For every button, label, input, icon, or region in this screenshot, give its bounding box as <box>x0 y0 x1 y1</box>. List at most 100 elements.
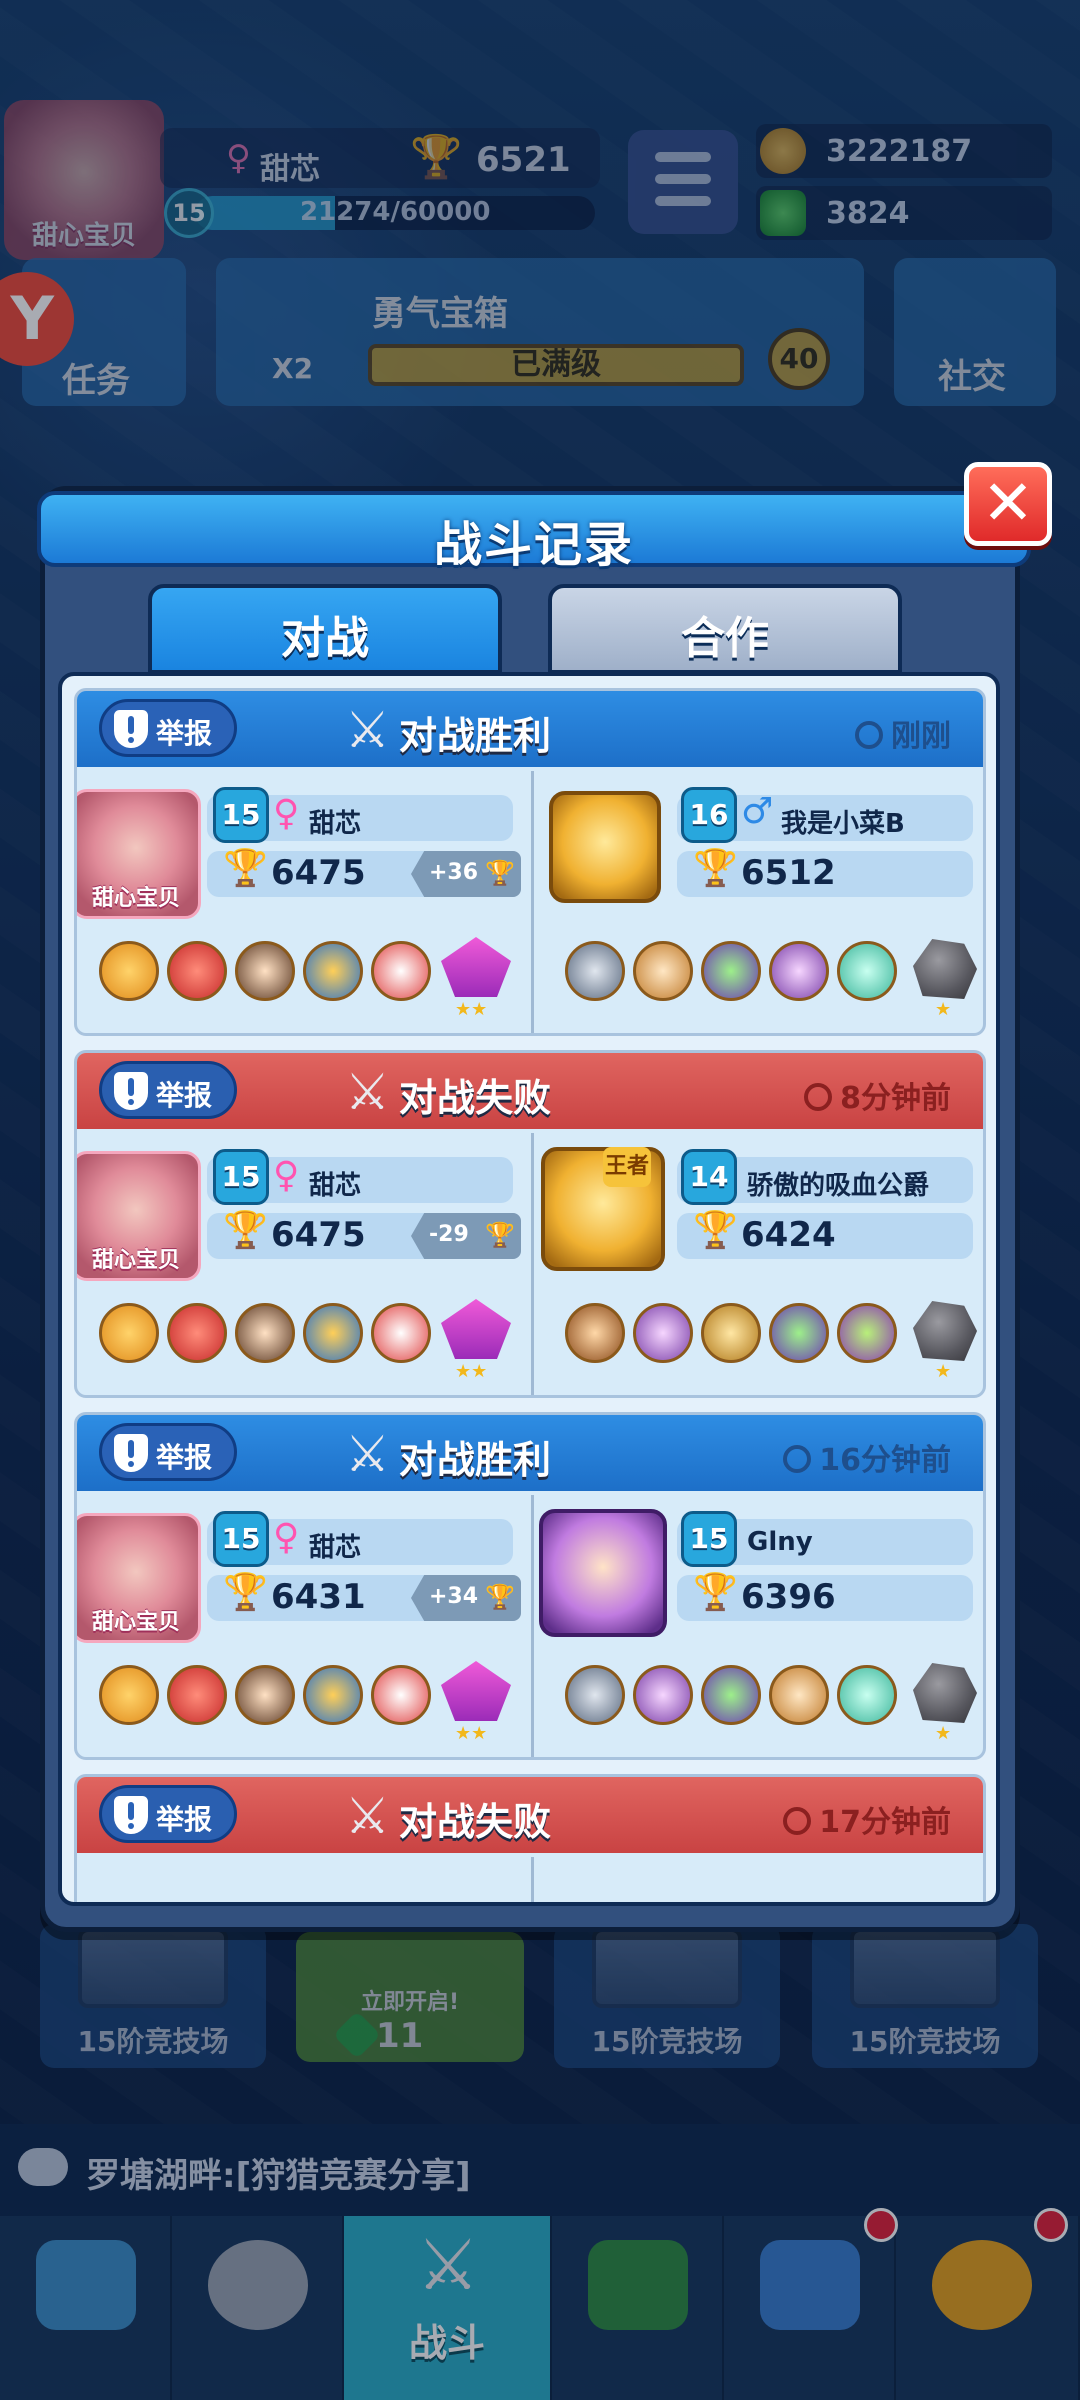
battle-time: 16分钟前 <box>783 1435 951 1479</box>
trophy-delta-text: -29 <box>429 1222 469 1247</box>
battle-time-text: 8分钟前 <box>840 1081 951 1116</box>
opponent-score: 6396 <box>741 1577 836 1617</box>
trophy-icon: 🏆 <box>223 1572 268 1613</box>
battle-time: 17分钟前 <box>783 1797 951 1841</box>
report-button[interactable]: 举报 <box>99 1785 237 1843</box>
unit-icon <box>99 1303 159 1363</box>
battle-result: 对战失败 <box>399 1076 552 1120</box>
crossed-swords-icon: ⚔ <box>345 1063 390 1121</box>
opponent-avatar[interactable] <box>549 791 661 903</box>
opponent-avatar[interactable] <box>539 1509 667 1637</box>
unit-icon <box>303 1303 363 1363</box>
trophy-icon: 🏆 <box>485 1221 515 1249</box>
crossed-swords-icon: ⚔ <box>345 1425 390 1483</box>
dialog-header: 战斗记录 <box>37 491 1031 573</box>
battle-result: 对战失败 <box>399 1800 552 1844</box>
opponent-avatar[interactable]: 王者 <box>541 1147 665 1271</box>
star-rating: ★★ <box>455 1361 488 1382</box>
tab-coop-label: 合作 <box>681 613 769 664</box>
unit-icon <box>167 1665 227 1725</box>
female-icon: ♀ <box>273 1155 300 1196</box>
record-header: 举报 ⚔ 对战胜利 刚刚 <box>77 691 983 767</box>
avatar-tag: 甜心宝贝 <box>91 1248 180 1273</box>
report-label: 举报 <box>156 717 213 750</box>
male-icon: ♂ <box>741 791 774 832</box>
rock-card-icon <box>913 939 977 999</box>
unit-icon <box>565 1303 625 1363</box>
trophy-delta-text: +34 <box>429 1584 479 1609</box>
star-rating: ★ <box>935 999 952 1020</box>
unit-icon <box>769 941 829 1001</box>
unit-icon <box>303 1665 363 1725</box>
tab-coop[interactable]: 合作 <box>548 584 902 674</box>
dialog-title: 战斗记录 <box>433 517 634 573</box>
close-icon: ✕ <box>982 466 1034 539</box>
opponent-name: 我是小菜B <box>781 809 905 839</box>
close-button[interactable]: ✕ <box>964 462 1052 546</box>
unit-icon <box>235 941 295 1001</box>
my-score: 6431 <box>271 1577 366 1617</box>
unit-icon <box>837 941 897 1001</box>
opponent-level: 15 <box>681 1511 737 1567</box>
trophy-icon: 🏆 <box>485 859 515 887</box>
avatar-tag: 甜心宝贝 <box>91 886 180 911</box>
unit-icon <box>769 1665 829 1725</box>
trophy-delta: +36 🏆 <box>411 851 521 897</box>
opponent-score: 6424 <box>741 1215 836 1255</box>
report-button[interactable]: 举报 <box>99 1423 237 1481</box>
shield-alert-icon <box>114 1072 148 1110</box>
my-level: 15 <box>213 787 269 843</box>
female-icon: ♀ <box>273 793 300 834</box>
shield-alert-icon <box>114 1434 148 1472</box>
shield-alert-icon <box>114 710 148 748</box>
my-name: 甜芯 <box>309 809 362 839</box>
my-score: 6475 <box>271 853 366 893</box>
unit-icon <box>99 941 159 1001</box>
record-header: 举报 ⚔ 对战失败 8分钟前 <box>77 1053 983 1129</box>
unit-icon <box>565 1665 625 1725</box>
avatar-tag: 甜心宝贝 <box>91 1610 180 1635</box>
report-label: 举报 <box>156 1079 213 1112</box>
trophy-delta-text: +36 <box>429 860 479 885</box>
unit-icon <box>565 941 625 1001</box>
unit-icon <box>99 1665 159 1725</box>
unit-icon <box>701 941 761 1001</box>
report-label: 举报 <box>156 1441 213 1474</box>
trophy-icon: 🏆 <box>223 1210 268 1251</box>
crossed-swords-icon: ⚔ <box>345 1787 390 1845</box>
shield-alert-icon <box>114 1796 148 1834</box>
clock-icon <box>783 1444 812 1473</box>
battle-record-card: 举报 ⚔ 对战失败 17分钟前 <box>74 1774 986 1902</box>
star-rating: ★ <box>935 1723 952 1744</box>
star-rating: ★ <box>935 1361 952 1382</box>
opponent-name: 骄傲的吸血公爵 <box>747 1171 930 1201</box>
opponent-score: 6512 <box>741 853 836 893</box>
gem-card-icon <box>441 1299 511 1359</box>
trophy-icon: 🏆 <box>485 1583 515 1611</box>
battle-time-text: 刚刚 <box>891 719 951 754</box>
my-score: 6475 <box>271 1215 366 1255</box>
tab-pvp[interactable]: 对战 <box>148 584 502 674</box>
battle-result: 对战胜利 <box>399 714 552 758</box>
report-button[interactable]: 举报 <box>99 699 237 757</box>
battle-time: 刚刚 <box>855 711 951 755</box>
clock-icon <box>783 1806 812 1835</box>
unit-icon <box>837 1303 897 1363</box>
unit-icon <box>371 1665 431 1725</box>
report-button[interactable]: 举报 <box>99 1061 237 1119</box>
unit-icon <box>701 1665 761 1725</box>
battle-time-text: 17分钟前 <box>819 1805 951 1840</box>
gem-card-icon <box>441 1661 511 1721</box>
trophy-icon: 🏆 <box>223 848 268 889</box>
unit-icon <box>371 941 431 1001</box>
unit-icon <box>235 1303 295 1363</box>
my-avatar[interactable]: 甜心宝贝 <box>77 789 201 919</box>
unit-icon <box>633 1303 693 1363</box>
divider <box>531 1495 534 1757</box>
divider <box>531 771 534 1033</box>
my-avatar[interactable]: 甜心宝贝 <box>77 1513 201 1643</box>
battle-record-list[interactable]: 举报 ⚔ 对战胜利 刚刚 甜心宝贝 15 ♀ 甜芯 🏆 6475 +36 🏆 ★★… <box>58 672 1000 1906</box>
battle-time-text: 16分钟前 <box>819 1443 951 1478</box>
my-avatar[interactable]: 甜心宝贝 <box>77 1151 201 1281</box>
unit-icon <box>633 1665 693 1725</box>
